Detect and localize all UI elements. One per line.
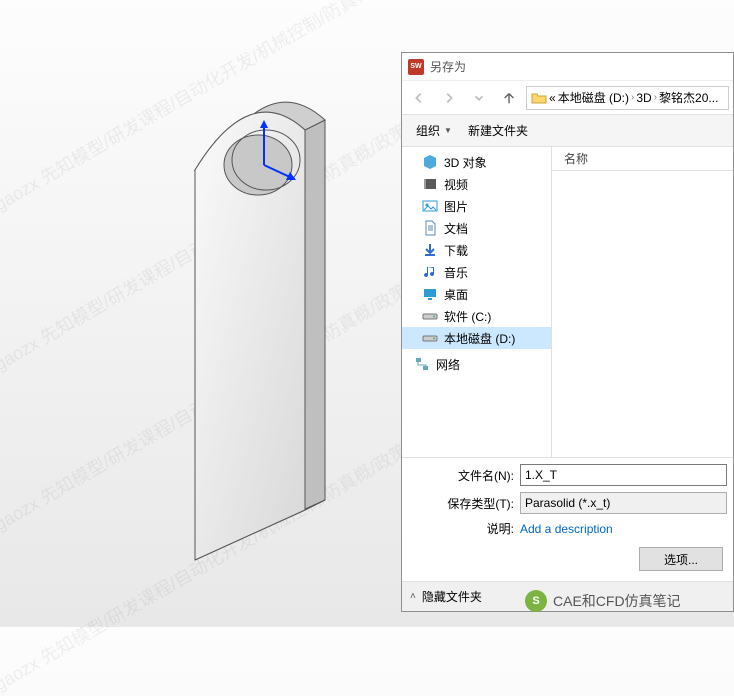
nav-recent-dropdown[interactable] <box>466 85 492 111</box>
breadcrumb-prefix: « <box>549 91 556 105</box>
cad-model-viewport[interactable] <box>130 70 390 570</box>
disk-icon <box>422 330 438 346</box>
tree-item-desktop[interactable]: 桌面 <box>402 283 551 305</box>
breadcrumb-part[interactable]: 3D <box>636 91 651 105</box>
tree-item-film[interactable]: 视频 <box>402 173 551 195</box>
filetype-combo[interactable]: Parasolid (*.x_t) <box>520 492 727 514</box>
tree-item-download[interactable]: 下载 <box>402 239 551 261</box>
download-icon <box>422 242 438 258</box>
nav-forward-button[interactable] <box>436 85 462 111</box>
chevron-right-icon: › <box>654 92 657 103</box>
file-list-pane[interactable]: 名称 <box>552 147 733 457</box>
tree-item-music[interactable]: 音乐 <box>402 261 551 283</box>
tree-item-disk[interactable]: 软件 (C:) <box>402 305 551 327</box>
caption-text: CAE和CFD仿真笔记 <box>553 591 681 611</box>
tree-item-label: 文档 <box>444 220 468 237</box>
tree-item-label: 软件 (C:) <box>444 308 491 325</box>
chevron-down-icon: ▼ <box>444 126 452 135</box>
tree-item-network[interactable]: 网络 <box>402 353 551 375</box>
options-button[interactable]: 选项... <box>639 547 723 571</box>
cube-icon <box>422 154 438 170</box>
tree-item-label: 网络 <box>436 356 460 373</box>
tree-item-label: 3D 对象 <box>444 154 487 171</box>
nav-bar: « 本地磁盘 (D:)› 3D› 黎铭杰20... <box>402 81 733 115</box>
tree-item-label: 视频 <box>444 176 468 193</box>
hide-folders-button[interactable]: 隐藏文件夹 <box>422 588 482 605</box>
article-caption: S CAE和CFD仿真笔记 <box>525 590 681 612</box>
tree-item-disk[interactable]: 本地磁盘 (D:) <box>402 327 551 349</box>
wechat-logo-icon: S <box>525 590 547 612</box>
desktop-icon <box>422 286 438 302</box>
tree-item-image[interactable]: 图片 <box>402 195 551 217</box>
breadcrumb-part[interactable]: 本地磁盘 (D:) <box>558 89 629 106</box>
tree-item-doc[interactable]: 文档 <box>402 217 551 239</box>
tree-item-cube[interactable]: 3D 对象 <box>402 151 551 173</box>
doc-icon <box>422 220 438 236</box>
new-folder-button[interactable]: 新建文件夹 <box>462 119 534 142</box>
tree-item-label: 音乐 <box>444 264 468 281</box>
save-controls: 文件名(N): 保存类型(T): Parasolid (*.x_t) 说明: A… <box>402 457 733 581</box>
tree-item-label: 下载 <box>444 242 468 259</box>
filename-label: 文件名(N): <box>408 467 520 484</box>
tree-item-label: 图片 <box>444 198 468 215</box>
disk-icon <box>422 308 438 324</box>
add-description-link[interactable]: Add a description <box>520 522 613 536</box>
filetype-label: 保存类型(T): <box>408 495 520 512</box>
nav-tree[interactable]: 3D 对象视频图片文档下载音乐桌面软件 (C:) 本地磁盘 (D:) 网络 <box>402 147 552 457</box>
music-icon <box>422 264 438 280</box>
description-label: 说明: <box>408 520 520 537</box>
app-icon: SW <box>408 59 424 75</box>
film-icon <box>422 176 438 192</box>
breadcrumb-part[interactable]: 黎铭杰20... <box>659 89 718 106</box>
folder-icon <box>531 90 547 106</box>
breadcrumb[interactable]: « 本地磁盘 (D:)› 3D› 黎铭杰20... <box>549 89 718 106</box>
toolbar: 组织▼ 新建文件夹 <box>402 115 733 147</box>
chevron-right-icon: › <box>631 92 634 103</box>
tree-item-label: 本地磁盘 (D:) <box>444 330 515 347</box>
network-icon <box>414 356 430 372</box>
filename-input[interactable] <box>520 464 727 486</box>
organize-button[interactable]: 组织▼ <box>410 119 458 142</box>
nav-up-button[interactable] <box>496 85 522 111</box>
address-bar[interactable]: « 本地磁盘 (D:)› 3D› 黎铭杰20... <box>526 86 729 110</box>
save-as-dialog: SW 另存为 « 本地磁盘 (D:)› 3D› 黎铭杰20... 组织▼ 新建文… <box>401 52 734 612</box>
titlebar[interactable]: SW 另存为 <box>402 53 733 81</box>
chevron-up-icon: ˄ <box>410 591 416 602</box>
image-icon <box>422 198 438 214</box>
column-header-name[interactable]: 名称 <box>552 147 733 171</box>
tree-item-label: 桌面 <box>444 286 468 303</box>
nav-back-button[interactable] <box>406 85 432 111</box>
dialog-title: 另存为 <box>430 58 466 75</box>
